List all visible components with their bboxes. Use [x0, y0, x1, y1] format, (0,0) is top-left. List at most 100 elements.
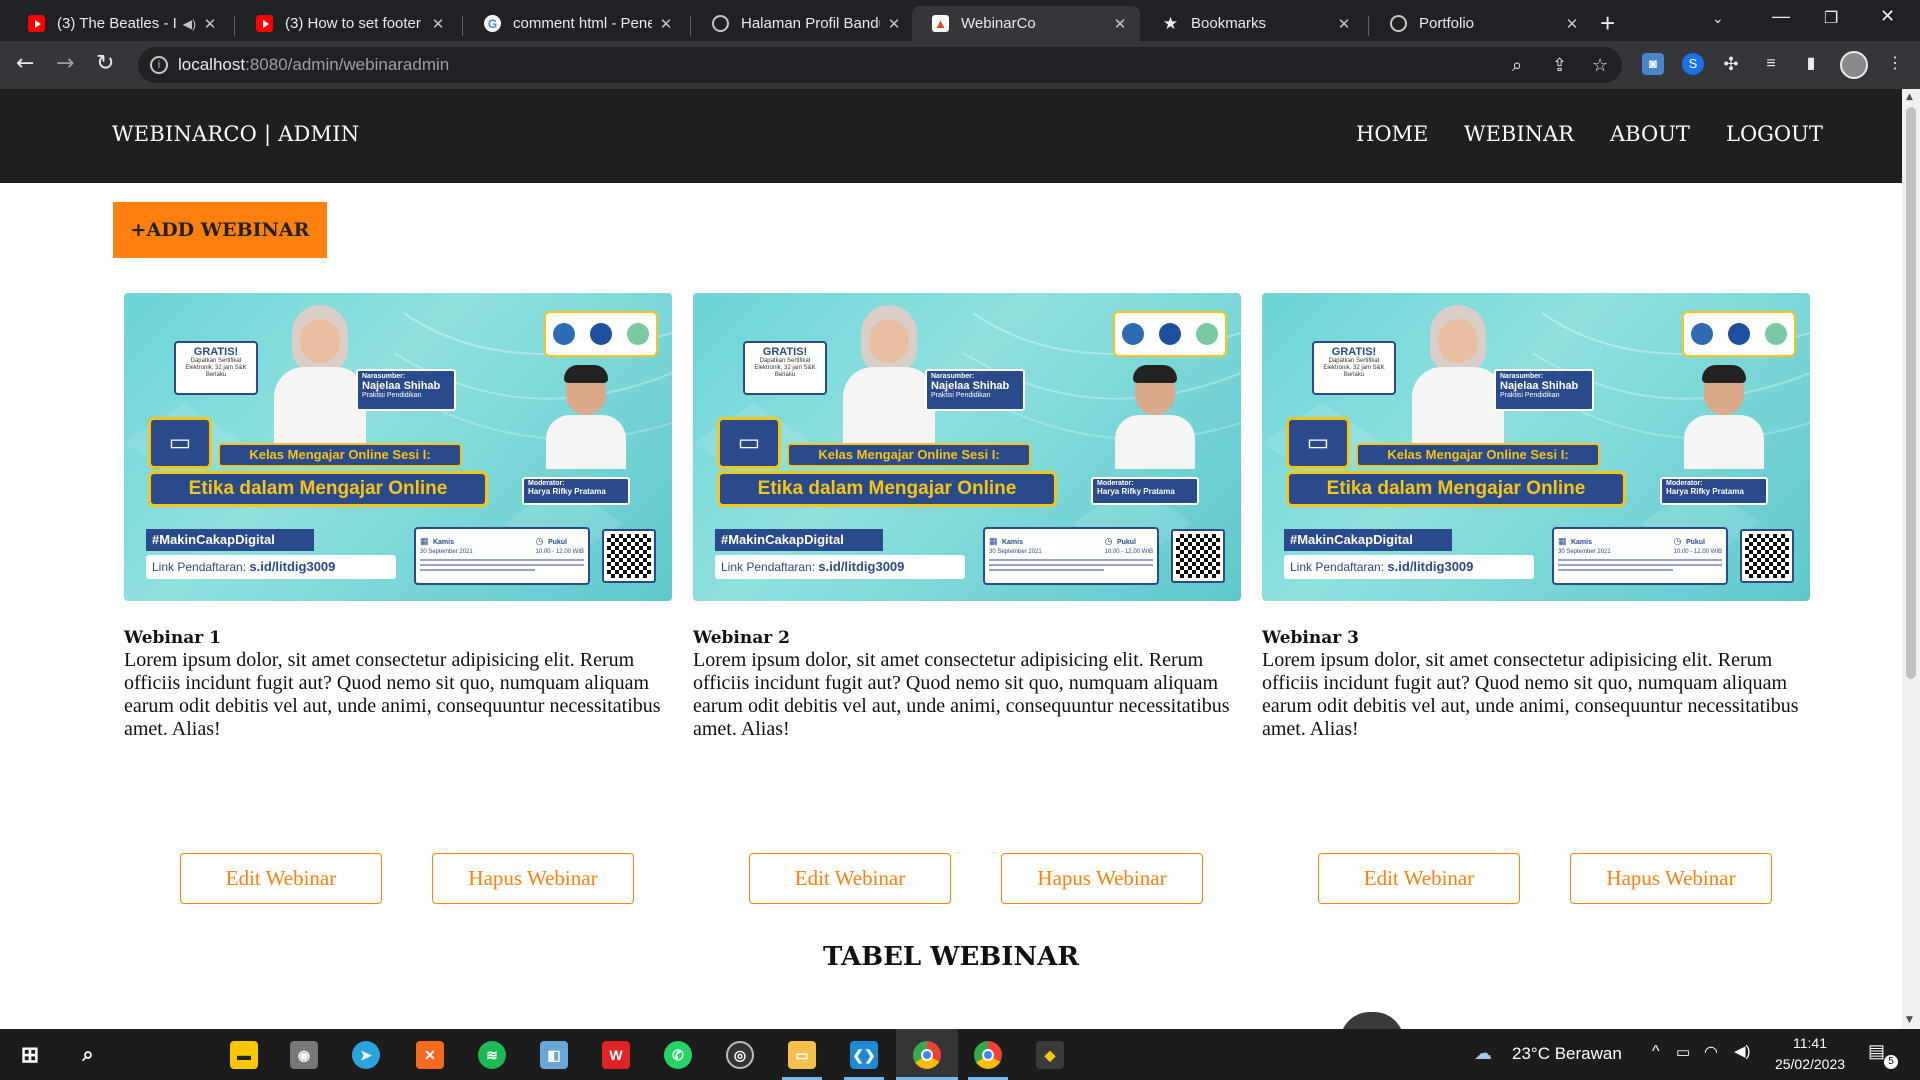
cloud-icon[interactable]: ☁ — [1474, 1043, 1492, 1064]
whatsapp-icon[interactable]: ✆ — [664, 1041, 692, 1069]
floating-widget[interactable] — [1340, 1012, 1404, 1029]
xampp-icon[interactable]: ✕ — [416, 1041, 444, 1069]
profile-avatar[interactable] — [1840, 51, 1868, 79]
webinar-title: Webinar 2 — [693, 628, 790, 648]
new-tab-button[interactable]: + — [1600, 8, 1615, 39]
close-tab-icon[interactable]: ✕ — [658, 15, 674, 33]
weather-text[interactable]: 23°C Berawan — [1512, 1044, 1622, 1064]
close-tab-icon[interactable]: ✕ — [1336, 15, 1352, 33]
search-icon[interactable]: ⌕ — [74, 1041, 102, 1069]
bookmark-star-icon[interactable]: ☆ — [1592, 55, 1608, 76]
browser-tab[interactable]: G comment html - Pene ✕ — [464, 6, 686, 41]
file-explorer-icon[interactable]: ▭ — [788, 1041, 816, 1069]
webinar-title-box: ▭ Kelas Mengajar Online Sesi I: Etika da… — [717, 417, 1057, 509]
speaker-icon[interactable]: ◀) — [183, 17, 196, 31]
notification-icon[interactable]: ▤ — [1868, 1041, 1885, 1062]
chrome-icon[interactable] — [913, 1041, 941, 1069]
chrome-profile-icon[interactable] — [974, 1041, 1002, 1069]
scroll-up-arrow[interactable]: ▲ — [1906, 92, 1913, 102]
webinar-title: Webinar 1 — [124, 628, 221, 648]
webinar-card: GRATIS! Dapatkan Sertifikat Elektronik, … — [1262, 293, 1810, 904]
tab-title: (3) The Beatles - I — [57, 15, 177, 32]
extensions-puzzle-icon[interactable]: ✣ — [1720, 53, 1742, 75]
address-bar[interactable]: i localhost:8080/admin/webinaradmin ⌕ ⇪ … — [138, 47, 1622, 83]
app-icon[interactable]: ◧ — [540, 1041, 568, 1069]
media-control-icon[interactable]: ≡ — [1760, 53, 1782, 75]
nav-about[interactable]: ABOUT — [1610, 122, 1690, 146]
close-tab-icon[interactable]: ✕ — [1112, 15, 1128, 33]
nav-home[interactable]: HOME — [1356, 122, 1428, 146]
site-info-icon[interactable]: i — [150, 56, 168, 74]
edit-webinar-button[interactable]: Edit Webinar — [749, 853, 951, 904]
edit-webinar-button[interactable]: Edit Webinar — [1318, 853, 1520, 904]
nav-webinar[interactable]: WEBINAR — [1464, 122, 1574, 146]
webinar-banner-image[interactable]: GRATIS! Dapatkan Sertifikat Elektronik, … — [1262, 293, 1810, 601]
calendar-icon: ▦ — [989, 536, 998, 546]
close-tab-icon[interactable]: ✕ — [886, 15, 902, 33]
reload-icon[interactable]: ↻ — [96, 51, 114, 76]
edit-webinar-button[interactable]: Edit Webinar — [180, 853, 382, 904]
tray-chevron-icon[interactable]: ^ — [1652, 1043, 1660, 1061]
extension-camera-icon[interactable]: ◙ — [1642, 53, 1664, 75]
webinar-banner-image[interactable]: GRATIS! Dapatkan Sertifikat Elektronik, … — [124, 293, 672, 601]
siberkreasi-logo-icon — [626, 323, 649, 345]
schedule-time: 10.00 - 12.00 WIB — [535, 549, 584, 555]
obs-icon[interactable]: ◎ — [726, 1041, 754, 1069]
page-scrollbar[interactable]: ▲ ▼ — [1902, 89, 1920, 1029]
wifi-icon[interactable]: ◠ — [1704, 1042, 1718, 1062]
volume-icon[interactable]: ◀) — [1734, 1042, 1751, 1060]
schedule-box: ▦ Kamis 30 September 2021 ◷ Pukul 10.00 - … — [1552, 527, 1728, 585]
close-window-button[interactable]: ✕ — [1880, 6, 1895, 27]
scroll-down-arrow[interactable]: ▼ — [1906, 1015, 1913, 1025]
delete-webinar-button[interactable]: Hapus Webinar — [1570, 853, 1772, 904]
google-icon: G — [484, 15, 501, 32]
browser-tab[interactable]: (3) The Beatles - I ◀) ✕ — [8, 6, 230, 41]
vscode-icon[interactable]: ❮❯ — [850, 1041, 878, 1069]
webinar-title: Webinar 3 — [1262, 628, 1359, 648]
browser-tab[interactable]: (3) How to set footer ✕ — [236, 6, 458, 41]
webinar-banner-image[interactable]: GRATIS! Dapatkan Sertifikat Elektronik, … — [693, 293, 1241, 601]
delete-webinar-button[interactable]: Hapus Webinar — [1001, 853, 1203, 904]
site-brand[interactable]: WEBINARCO | ADMIN — [112, 122, 359, 146]
back-icon[interactable]: ← — [16, 51, 34, 76]
extension-shazam-icon[interactable]: S — [1682, 53, 1704, 75]
browser-tab[interactable]: ★ Bookmarks ✕ — [1142, 6, 1364, 41]
restore-button[interactable]: ❐ — [1824, 8, 1838, 28]
browser-tab[interactable]: Halaman Profil Bandu ✕ — [692, 6, 914, 41]
sticky-notes-icon[interactable]: ▬ — [230, 1041, 258, 1069]
minimize-button[interactable]: — — [1772, 6, 1790, 27]
delete-webinar-button[interactable]: Hapus Webinar — [432, 853, 634, 904]
clock-icon: ◷ — [1673, 536, 1682, 546]
camera-icon[interactable]: ◉ — [290, 1041, 318, 1069]
tab-divider — [462, 16, 463, 36]
close-tab-icon[interactable]: ✕ — [1564, 15, 1580, 33]
clock-date[interactable]: 25/02/2023 — [1768, 1056, 1852, 1072]
clock-time[interactable]: 11:41 — [1780, 1035, 1840, 1051]
forward-icon[interactable]: → — [56, 51, 74, 76]
add-webinar-button[interactable]: +ADD WEBINAR — [113, 202, 327, 258]
close-tab-icon[interactable]: ✕ — [430, 15, 446, 33]
title-big: Etika dalam Mengajar Online — [148, 471, 488, 507]
browser-tab[interactable]: Portfolio ✕ — [1370, 6, 1592, 41]
schedule-box: ▦ Kamis 30 September 2021 ◷ Pukul 10.00 - … — [414, 527, 590, 585]
spotify-icon[interactable]: ≋ — [478, 1041, 506, 1069]
tab-search-icon[interactable]: ⌄ — [1712, 10, 1724, 27]
narasumber-name: Najelaa Shihab — [1500, 380, 1579, 392]
share-icon[interactable]: ⇪ — [1552, 55, 1567, 76]
webinar-title-box: ▭ Kelas Mengajar Online Sesi I: Etika da… — [1286, 417, 1626, 509]
close-tab-icon[interactable]: ✕ — [202, 15, 218, 33]
git-icon[interactable]: ◆ — [1036, 1041, 1064, 1069]
battery-icon[interactable]: ▭ — [1676, 1043, 1690, 1061]
scroll-thumb[interactable] — [1906, 107, 1916, 679]
telegram-icon[interactable]: ➤ — [352, 1041, 380, 1069]
browser-tab-active[interactable]: ▲ WebinarCo ✕ — [912, 6, 1140, 41]
schedule-details-lines — [989, 559, 1153, 561]
wps-office-icon[interactable]: W — [602, 1041, 630, 1069]
nav-logout[interactable]: LOGOUT — [1726, 122, 1823, 146]
table-heading: TABEL WEBINAR — [823, 942, 1079, 972]
windows-start-icon[interactable]: ⊞ — [16, 1041, 44, 1069]
zoom-icon[interactable]: ⌕ — [1512, 55, 1522, 76]
browser-menu-icon[interactable]: ⋮ — [1884, 53, 1906, 75]
url-text[interactable]: localhost:8080/admin/webinaradmin — [178, 55, 449, 75]
side-panel-icon[interactable]: ▮ — [1800, 53, 1822, 75]
